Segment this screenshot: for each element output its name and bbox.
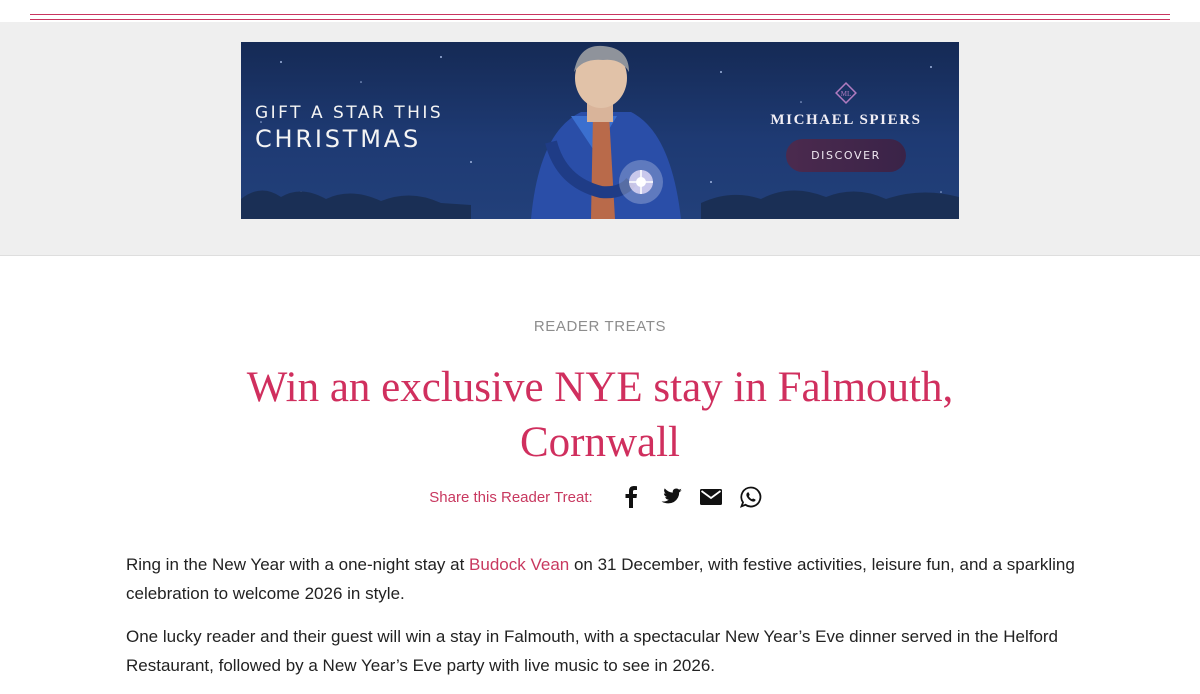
article-title-line2: Cornwall: [519, 419, 681, 466]
article-body: Ring in the New Year with a one-night st…: [126, 550, 1086, 694]
email-icon[interactable]: [699, 485, 723, 509]
article-category[interactable]: READER TREATS: [0, 318, 1200, 335]
share-bar: Share this Reader Treat:: [0, 484, 1200, 510]
advert-headline-line1: GIFT A STAR THIS: [255, 103, 444, 123]
budock-vean-link[interactable]: Budock Vean: [469, 555, 569, 574]
article-paragraph: Ring in the New Year with a one-night st…: [126, 550, 1086, 608]
advert-headline: GIFT A STAR THIS CHRISTMAS: [255, 102, 443, 154]
twitter-icon[interactable]: [659, 485, 683, 509]
article-paragraph: One lucky reader and their guest will wi…: [126, 627, 1059, 675]
advert-brand: ML MICHAEL SPIERS DISCOVER: [741, 80, 951, 172]
article-title: Win an exclusive NYE stay in Falmouth, C…: [150, 360, 1050, 470]
brand-name: MICHAEL SPIERS: [770, 112, 922, 128]
header-rule-bottom: [30, 19, 1170, 20]
discover-button[interactable]: DISCOVER: [786, 139, 906, 172]
share-label: Share this Reader Treat:: [429, 488, 593, 506]
header-rules: [30, 0, 1170, 22]
paragraph-text: Ring in the New Year with a one-night st…: [126, 555, 470, 574]
advert-headline-line2: CHRISTMAS: [255, 125, 422, 153]
svg-text:ML: ML: [841, 90, 852, 98]
facebook-icon[interactable]: [619, 485, 643, 509]
article-title-line1: Win an exclusive NYE stay in Falmouth,: [246, 364, 954, 411]
brand-monogram-icon: ML: [835, 82, 857, 104]
man-holding-star-illustration: [531, 45, 681, 219]
header-rule-top: [30, 14, 1170, 15]
advert-band: GIFT A STAR THIS CHRISTMAS ML MICHAEL SP…: [0, 22, 1200, 256]
advert-banner[interactable]: GIFT A STAR THIS CHRISTMAS ML MICHAEL SP…: [241, 42, 959, 219]
whatsapp-icon[interactable]: [739, 485, 763, 509]
